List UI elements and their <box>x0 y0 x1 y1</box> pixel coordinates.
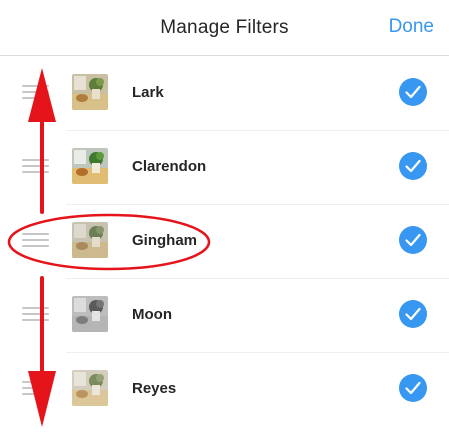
filter-thumbnail <box>72 296 108 332</box>
filter-list: Lark Clarendon Gingham Moon Reyes <box>0 57 449 427</box>
filter-name: Gingham <box>132 232 198 249</box>
drag-handle-icon[interactable] <box>22 159 49 175</box>
filter-row-clarendon: Clarendon <box>0 131 449 205</box>
checkmark-icon[interactable] <box>399 226 427 254</box>
filter-row-lark: Lark <box>0 57 449 131</box>
drag-handle-icon[interactable] <box>22 233 49 249</box>
done-button[interactable]: Done <box>389 16 434 38</box>
header-bar: Manage Filters Done <box>0 0 449 56</box>
drag-handle-icon[interactable] <box>22 381 49 397</box>
checkmark-icon[interactable] <box>399 152 427 180</box>
filter-name: Clarendon <box>132 158 207 175</box>
checkmark-icon[interactable] <box>399 374 427 402</box>
filter-row-gingham: Gingham <box>0 205 449 279</box>
drag-handle-icon[interactable] <box>22 307 49 323</box>
checkmark-icon[interactable] <box>399 300 427 328</box>
filter-thumbnail <box>72 148 108 184</box>
filter-thumbnail <box>72 222 108 258</box>
checkmark-icon[interactable] <box>399 78 427 106</box>
page-title: Manage Filters <box>160 17 289 38</box>
filter-name: Moon <box>132 306 172 323</box>
filter-row-moon: Moon <box>0 279 449 353</box>
filter-name: Reyes <box>132 380 177 397</box>
filter-name: Lark <box>132 84 164 101</box>
filter-thumbnail <box>72 370 108 406</box>
filter-thumbnail <box>72 74 108 110</box>
drag-handle-icon[interactable] <box>22 85 49 101</box>
filter-row-reyes: Reyes <box>0 353 449 427</box>
